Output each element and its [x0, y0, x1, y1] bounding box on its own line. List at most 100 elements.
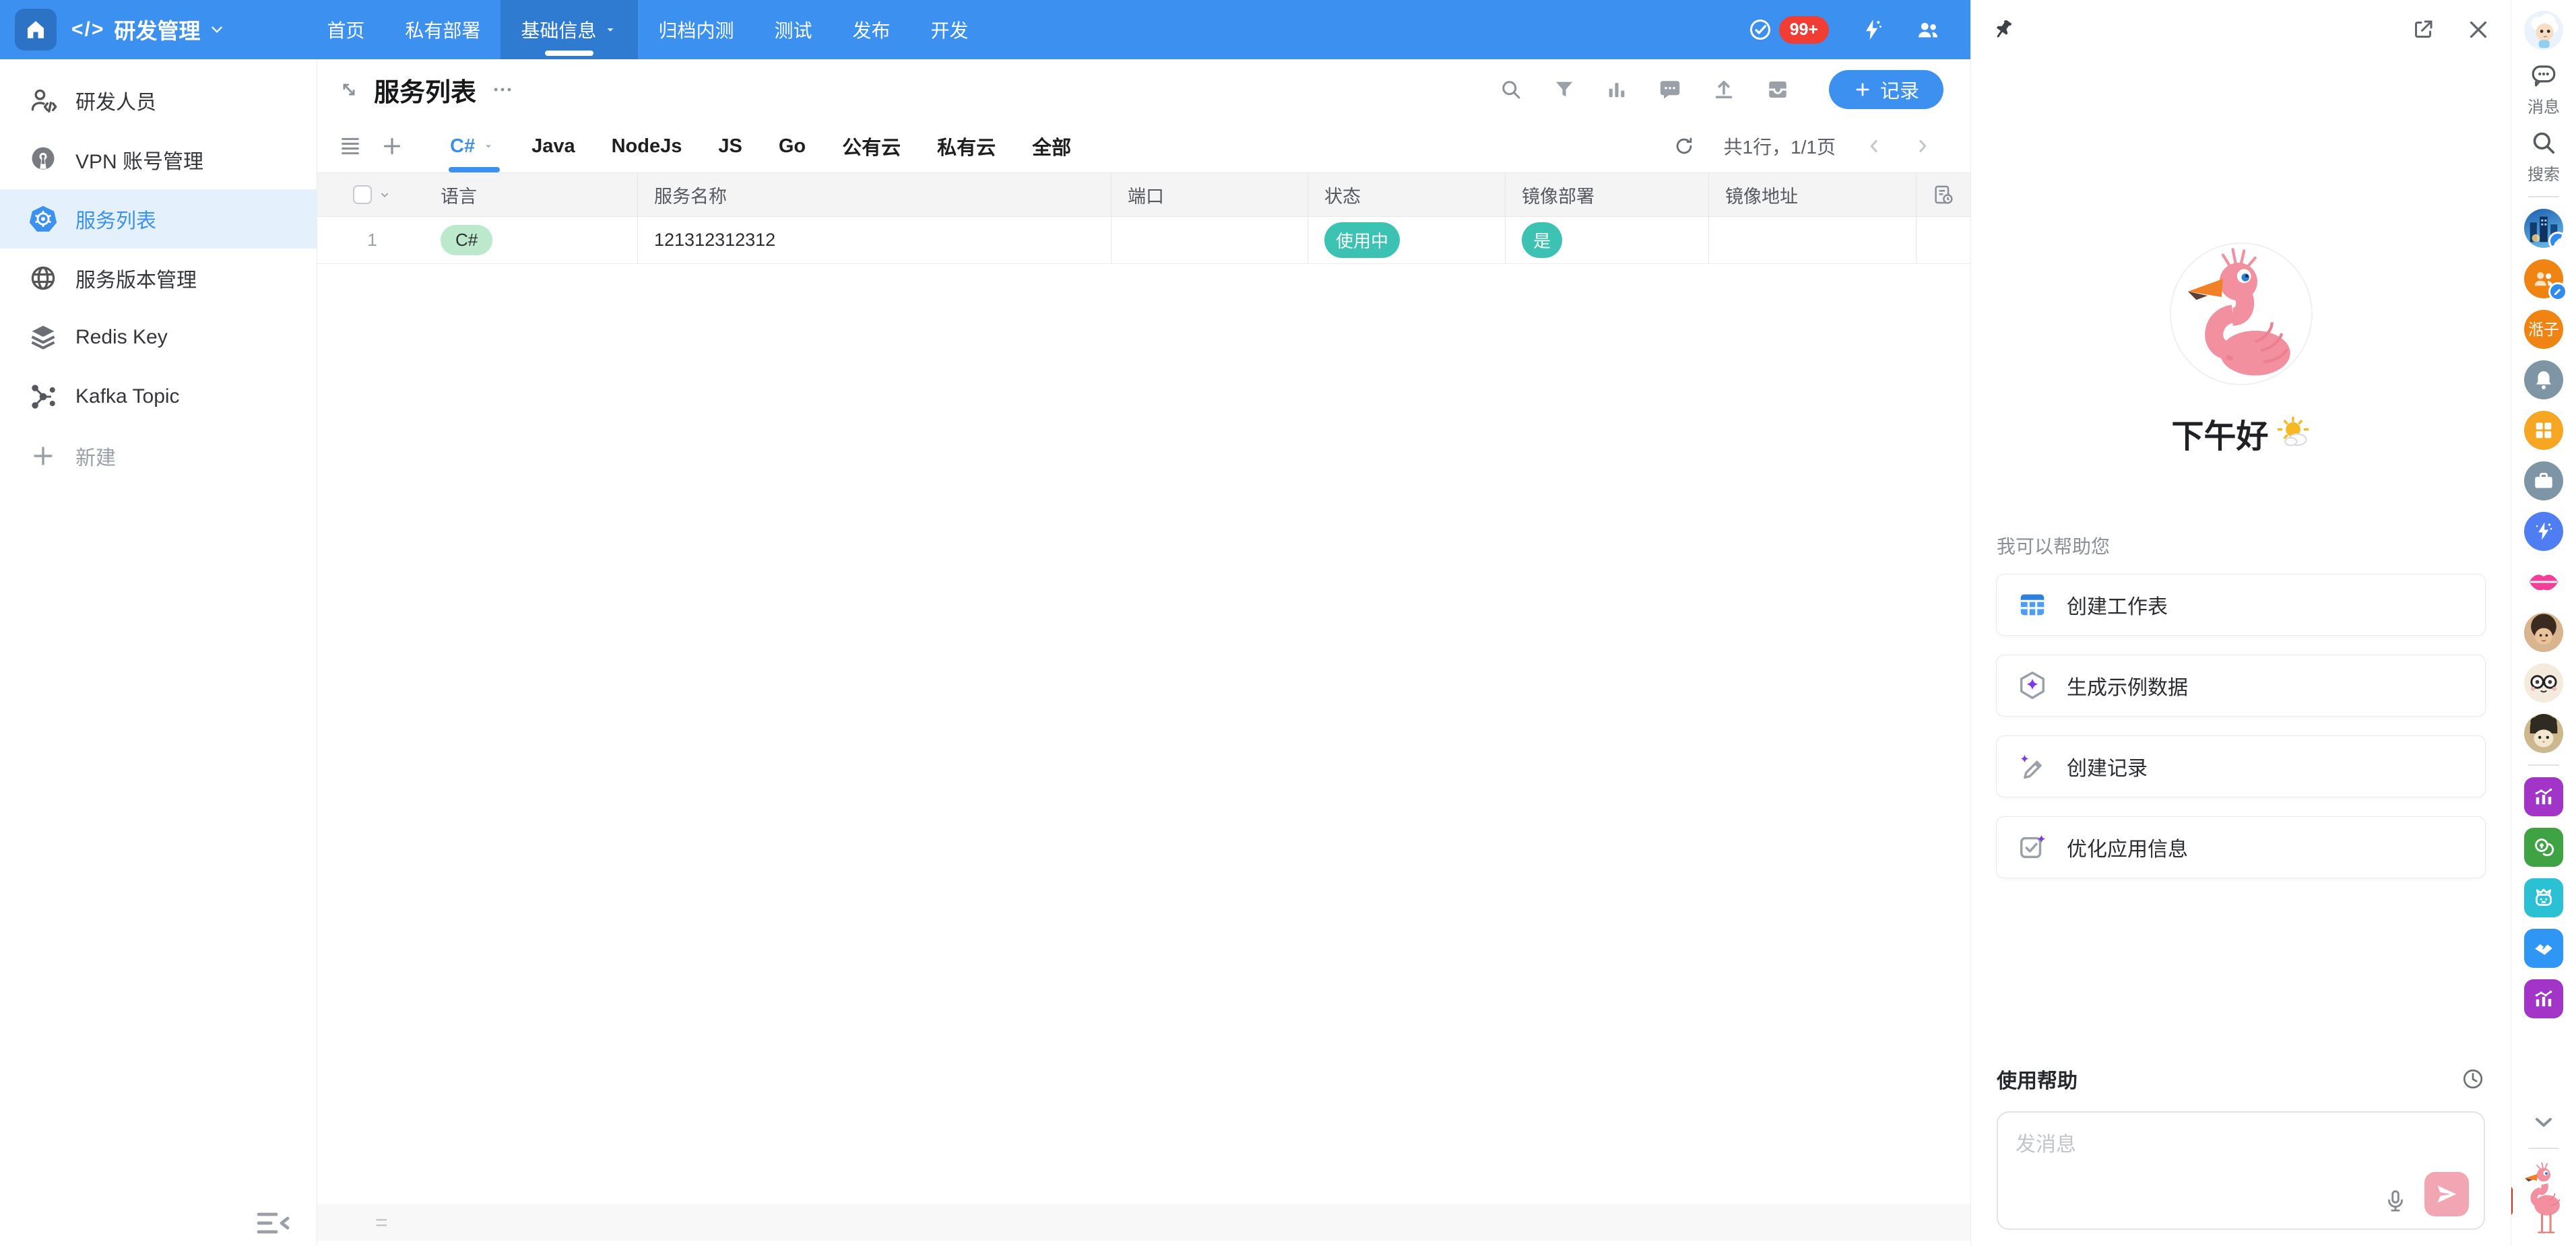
- chevron-down-icon[interactable]: [377, 187, 392, 202]
- search-label: 搜索: [2527, 166, 2560, 184]
- action-optimize-app-info[interactable]: 优化应用信息: [1996, 816, 2486, 878]
- status-cell[interactable]: 使用中: [1308, 217, 1505, 263]
- nav-item-home[interactable]: 首页: [307, 0, 385, 59]
- select-all-checkbox[interactable]: [352, 185, 372, 204]
- data-grid: 语言 服务名称 端口 状态 镜像部署 镜像地址 1 C# 12131231231…: [317, 172, 1970, 264]
- view-tab-all[interactable]: 全部: [1014, 120, 1089, 172]
- nav-item-archive-beta[interactable]: 归档内测: [638, 0, 754, 59]
- chevron-down-icon[interactable]: [2530, 1109, 2557, 1136]
- view-tab-nodejs[interactable]: NodeJs: [593, 120, 701, 172]
- workbench-briefcase-button[interactable]: [2524, 461, 2563, 500]
- chevron-right-icon[interactable]: [1912, 136, 1933, 156]
- view-tab-go[interactable]: Go: [761, 120, 824, 172]
- app-icon-finance[interactable]: [2524, 828, 2563, 867]
- nav-item-release[interactable]: 发布: [832, 0, 910, 59]
- nav-item-private-deploy[interactable]: 私有部署: [385, 0, 501, 59]
- column-header-language[interactable]: 语言: [427, 182, 477, 208]
- tasks-button[interactable]: 99+: [1748, 15, 1829, 44]
- contact-avatar-baby[interactable]: [2524, 613, 2563, 652]
- sidebar-item-dev-person[interactable]: 研发人员: [0, 71, 317, 130]
- view-tab-public-cloud[interactable]: 公有云: [824, 120, 919, 172]
- action-generate-sample-data[interactable]: 生成示例数据: [1996, 655, 2486, 717]
- lips-sticker[interactable]: [2524, 562, 2563, 601]
- messages-button[interactable]: 消息: [2527, 61, 2560, 117]
- port-cell[interactable]: [1111, 217, 1308, 263]
- sidebar-new-table-button[interactable]: 新建: [0, 426, 317, 486]
- close-icon[interactable]: [2466, 18, 2490, 42]
- apps-grid-button[interactable]: [2524, 411, 2563, 450]
- app-icon-report[interactable]: [2524, 979, 2563, 1018]
- contact-avatar-panda-cat[interactable]: [2524, 714, 2563, 753]
- view-list-icon[interactable]: [339, 135, 362, 158]
- table-row[interactable]: 1 C# 121312312312 使用中 是: [317, 217, 1970, 264]
- app-switcher-chevron-down-icon[interactable]: [208, 21, 226, 38]
- refresh-icon[interactable]: [1673, 135, 1696, 158]
- collapse-sidebar-icon[interactable]: [255, 1210, 292, 1237]
- body-row: 研发人员 VPN 账号管理 服务列表 服务版本管理 Redis Key Kafk…: [0, 59, 1970, 1246]
- upload-icon[interactable]: [1712, 77, 1736, 102]
- view-tab-csharp[interactable]: C#: [432, 120, 513, 172]
- action-create-sheet[interactable]: 创建工作表: [1996, 574, 2486, 636]
- contact-avatar-name[interactable]: 湉子: [2524, 310, 2563, 349]
- view-tab-private-cloud[interactable]: 私有云: [919, 120, 1014, 172]
- app-avatar-team[interactable]: [2524, 259, 2567, 301]
- pin-icon[interactable]: [1991, 18, 2016, 42]
- row-detail-config-icon[interactable]: [1916, 173, 1970, 216]
- history-clock-icon[interactable]: [2461, 1067, 2485, 1091]
- view-tab-java[interactable]: Java: [513, 120, 593, 172]
- expand-diagonal-icon[interactable]: [337, 78, 360, 101]
- column-header-image-deploy[interactable]: 镜像部署: [1505, 173, 1708, 216]
- microphone-icon[interactable]: [2383, 1188, 2408, 1214]
- app-icon-analytics[interactable]: [2524, 777, 2563, 816]
- sheet-header: 服务列表 记录: [317, 59, 1970, 120]
- sidebar-item-redis-key[interactable]: Redis Key: [0, 308, 317, 367]
- chevron-left-icon[interactable]: [1864, 136, 1884, 156]
- column-header-service-name[interactable]: 服务名称: [637, 173, 1111, 216]
- flamingo-mascot[interactable]: [2511, 1161, 2569, 1239]
- send-button[interactable]: [2424, 1172, 2469, 1216]
- app-icon-robot[interactable]: [2524, 878, 2563, 917]
- nav-item-develop[interactable]: 开发: [910, 0, 988, 59]
- image-deploy-cell[interactable]: 是: [1505, 217, 1708, 263]
- open-in-new-icon[interactable]: [2411, 18, 2435, 42]
- add-view-icon[interactable]: [381, 135, 404, 158]
- automation-bolt-icon[interactable]: [1860, 18, 1884, 42]
- service-name-cell[interactable]: 121312312312: [637, 217, 1111, 263]
- sidebar-item-vpn[interactable]: VPN 账号管理: [0, 130, 317, 189]
- home-button[interactable]: [15, 9, 57, 51]
- nav-item-basic-info[interactable]: 基础信息: [501, 0, 639, 59]
- view-tab-js[interactable]: JS: [700, 120, 760, 172]
- sidebar-item-service-list[interactable]: 服务列表: [0, 189, 317, 249]
- vpn-icon: [28, 145, 58, 174]
- search-button[interactable]: 搜索: [2527, 129, 2560, 185]
- column-header-image-address[interactable]: 镜像地址: [1708, 173, 1916, 216]
- sun-cloud-icon: [2276, 416, 2311, 451]
- column-header-status[interactable]: 状态: [1308, 173, 1505, 216]
- chart-icon[interactable]: [1605, 78, 1628, 101]
- message-input[interactable]: [1998, 1113, 2484, 1228]
- nav-item-test[interactable]: 测试: [754, 0, 832, 59]
- members-icon[interactable]: [1915, 17, 1941, 42]
- sidebar-item-kafka-topic[interactable]: Kafka Topic: [0, 367, 317, 426]
- notifications-bell-button[interactable]: [2524, 360, 2563, 399]
- app-icon-partnership[interactable]: [2524, 929, 2563, 968]
- action-create-record[interactable]: 创建记录: [1996, 735, 2486, 797]
- contact-avatar-glasses[interactable]: [2524, 663, 2563, 702]
- app-avatar-city[interactable]: [2524, 209, 2563, 248]
- column-header-port[interactable]: 端口: [1111, 173, 1308, 216]
- archive-box-icon[interactable]: [1766, 77, 1790, 102]
- main-content: 服务列表 记录 C# Java NodeJs JS Go 公有云 私有云 全部 …: [317, 59, 1970, 1246]
- row-height-handle[interactable]: =: [375, 1210, 388, 1235]
- image-address-cell[interactable]: [1708, 217, 1916, 263]
- language-pill[interactable]: C#: [441, 225, 493, 255]
- more-options-icon[interactable]: [491, 78, 514, 101]
- automation-bolt-button[interactable]: [2524, 512, 2563, 551]
- help-label: 使用帮助: [1997, 1070, 2078, 1092]
- add-record-button[interactable]: 记录: [1828, 70, 1943, 109]
- user-avatar[interactable]: [2524, 11, 2563, 50]
- search-icon[interactable]: [1499, 77, 1523, 102]
- sidebar-item-service-version[interactable]: 服务版本管理: [0, 249, 317, 308]
- sheet-toolbar: 记录: [1499, 70, 1943, 109]
- filter-icon[interactable]: [1553, 78, 1576, 101]
- comment-icon[interactable]: [1658, 77, 1682, 102]
